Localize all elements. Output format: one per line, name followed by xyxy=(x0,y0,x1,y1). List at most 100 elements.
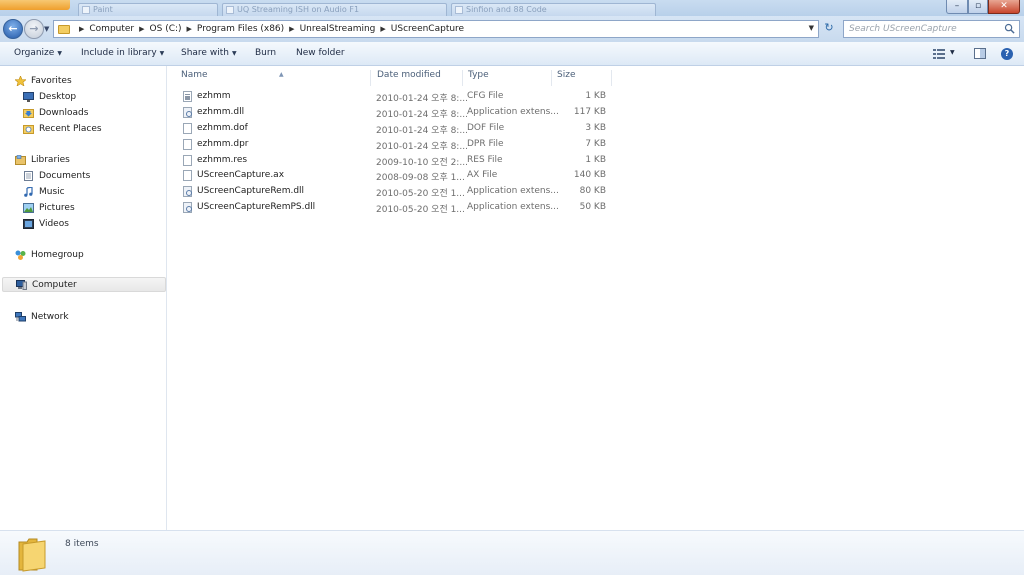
column-header-type[interactable]: Type xyxy=(463,70,552,86)
address-history-dropdown-icon[interactable]: ▼ xyxy=(809,24,814,32)
file-size: 140 KB xyxy=(573,170,606,180)
nav-network[interactable]: Network xyxy=(15,309,69,324)
caret-down-icon: ▼ xyxy=(231,50,237,57)
file-name: ezhmm.dll xyxy=(197,107,245,117)
file-row[interactable]: ezhmm.dll 2010-01-24 오후 8:... Applicatio… xyxy=(180,105,610,120)
search-input[interactable]: Search UScreenCapture xyxy=(843,20,1020,38)
organize-label: Organize xyxy=(14,48,55,58)
nav-downloads[interactable]: Downloads xyxy=(23,105,88,120)
file-date: 2008-09-08 오후 1... xyxy=(376,173,465,183)
close-button[interactable]: ✕ xyxy=(988,0,1020,14)
search-icon[interactable] xyxy=(1004,23,1015,34)
libraries-icon xyxy=(15,154,26,165)
share-with-label: Share with xyxy=(181,48,229,58)
column-header-date-modified[interactable]: Date modified xyxy=(372,70,463,86)
file-row[interactable]: ezhmm.dof 2010-01-24 오후 8:... DOF File 3… xyxy=(180,121,610,136)
nav-videos[interactable]: Videos xyxy=(23,216,69,231)
breadcrumb-program-files[interactable]: Program Files (x86) xyxy=(197,24,284,34)
burn-button[interactable]: Burn xyxy=(255,48,276,58)
nav-label: Recent Places xyxy=(39,123,102,134)
nav-label: Downloads xyxy=(39,107,89,118)
file-name: ezhmm.res xyxy=(197,155,248,165)
nav-desktop[interactable]: Desktop xyxy=(23,89,76,104)
file-list: Name ▲ Date modified Type Size ezhmm 2010… xyxy=(168,66,1024,530)
file-row[interactable]: ezhmm.dpr 2010-01-24 오후 8:... DPR File 7… xyxy=(180,137,610,152)
breadcrumb-computer[interactable]: Computer xyxy=(89,24,134,34)
recent-pages-dropdown-icon[interactable]: ▼ xyxy=(44,25,49,33)
file-date: 2009-10-10 오전 2:... xyxy=(376,158,468,168)
minimize-button[interactable]: – xyxy=(946,0,968,14)
nav-music[interactable]: Music xyxy=(23,184,65,199)
file-date: 2010-01-24 오후 8:... xyxy=(376,142,468,152)
breadcrumb-uscreencapture[interactable]: UScreenCapture xyxy=(391,24,464,34)
tab-app-icon xyxy=(226,6,234,14)
tab-app-icon xyxy=(82,6,90,14)
file-name: UScreenCaptureRemPS.dll xyxy=(197,202,316,212)
file-size: 1 KB xyxy=(585,155,606,165)
column-header-size[interactable]: Size xyxy=(552,70,612,86)
nav-documents[interactable]: Documents xyxy=(23,168,90,183)
nav-label: Libraries xyxy=(31,154,70,165)
dll-file-icon xyxy=(183,186,192,197)
chevron-right-icon[interactable]: ▶ xyxy=(380,25,385,33)
star-icon xyxy=(14,74,27,87)
pictures-icon xyxy=(23,202,34,213)
preview-pane-icon[interactable] xyxy=(974,48,986,59)
file-icon xyxy=(183,170,192,181)
breadcrumb-unrealstreaming[interactable]: UnrealStreaming xyxy=(300,24,376,34)
help-icon[interactable]: ? xyxy=(1001,48,1013,60)
nav-label: Favorites xyxy=(31,75,72,86)
organize-button[interactable]: Organize ▼ xyxy=(14,48,62,58)
view-dropdown-icon[interactable]: ▼ xyxy=(950,49,955,56)
chevron-right-icon[interactable]: ▶ xyxy=(79,25,84,33)
file-row[interactable]: ezhmm.res 2009-10-10 오전 2:... RES File 1… xyxy=(180,153,610,168)
forward-button[interactable]: → xyxy=(24,19,44,39)
nav-favorites[interactable]: Favorites xyxy=(14,73,72,88)
folder-icon xyxy=(18,538,46,572)
back-button[interactable]: ← xyxy=(3,19,23,39)
nav-label: Music xyxy=(39,186,65,197)
file-row[interactable]: UScreenCaptureRemPS.dll 2010-05-20 오전 1.… xyxy=(180,200,610,215)
column-header-name[interactable]: Name ▲ xyxy=(176,70,371,86)
music-icon xyxy=(23,185,34,197)
config-file-icon xyxy=(183,91,192,102)
nav-libraries[interactable]: Libraries xyxy=(15,152,70,167)
file-type: RES File xyxy=(467,155,503,165)
computer-icon xyxy=(16,279,27,290)
address-bar[interactable]: ▶ Computer ▶ OS (C:) ▶ Program Files (x8… xyxy=(53,20,819,38)
include-in-library-button[interactable]: Include in library ▼ xyxy=(81,48,164,58)
chevron-right-icon[interactable]: ▶ xyxy=(139,25,144,33)
nav-pictures[interactable]: Pictures xyxy=(23,200,75,215)
file-name: UScreenCaptureRem.dll xyxy=(197,186,305,196)
breadcrumb-os-c[interactable]: OS (C:) xyxy=(150,24,182,34)
nav-label: Network xyxy=(31,311,69,322)
tab-label: Paint xyxy=(93,5,113,14)
taskbar-tab-uq[interactable]: UQ Streaming ISH on Audio F1 xyxy=(222,3,447,16)
nav-homegroup[interactable]: Homegroup xyxy=(15,247,84,262)
chevron-right-icon[interactable]: ▶ xyxy=(289,25,294,33)
file-icon xyxy=(183,123,192,134)
chevron-right-icon[interactable]: ▶ xyxy=(187,25,192,33)
taskbar-tab-sinfion[interactable]: Sinfion and 88 Code xyxy=(451,3,656,16)
file-size: 7 KB xyxy=(585,139,606,149)
nav-computer[interactable]: Computer xyxy=(2,277,166,292)
downloads-folder-icon xyxy=(23,108,34,118)
nav-label: Videos xyxy=(39,218,69,229)
share-with-button[interactable]: Share with ▼ xyxy=(181,48,237,58)
file-name: UScreenCapture.ax xyxy=(197,170,285,180)
file-type: DPR File xyxy=(467,139,504,149)
file-row[interactable]: ezhmm 2010-01-24 오후 8:... CFG File 1 KB xyxy=(180,89,610,104)
nav-label: Pictures xyxy=(39,202,75,213)
change-view-icon[interactable] xyxy=(933,48,945,59)
taskbar-tab-paint[interactable]: Paint xyxy=(78,3,218,16)
new-folder-button[interactable]: New folder xyxy=(296,48,345,58)
file-row[interactable]: UScreenCapture.ax 2008-09-08 오후 1... AX … xyxy=(180,168,610,183)
nav-recent-places[interactable]: Recent Places xyxy=(23,121,102,136)
file-row[interactable]: UScreenCaptureRem.dll 2010-05-20 오전 1...… xyxy=(180,184,610,199)
refresh-icon[interactable]: ↻ xyxy=(822,21,836,35)
file-name: ezhmm xyxy=(197,91,231,101)
caret-down-icon: ▼ xyxy=(57,50,62,57)
videos-icon xyxy=(23,218,34,229)
include-in-library-label: Include in library xyxy=(81,48,157,58)
maximize-button[interactable]: ▫ xyxy=(968,0,988,14)
